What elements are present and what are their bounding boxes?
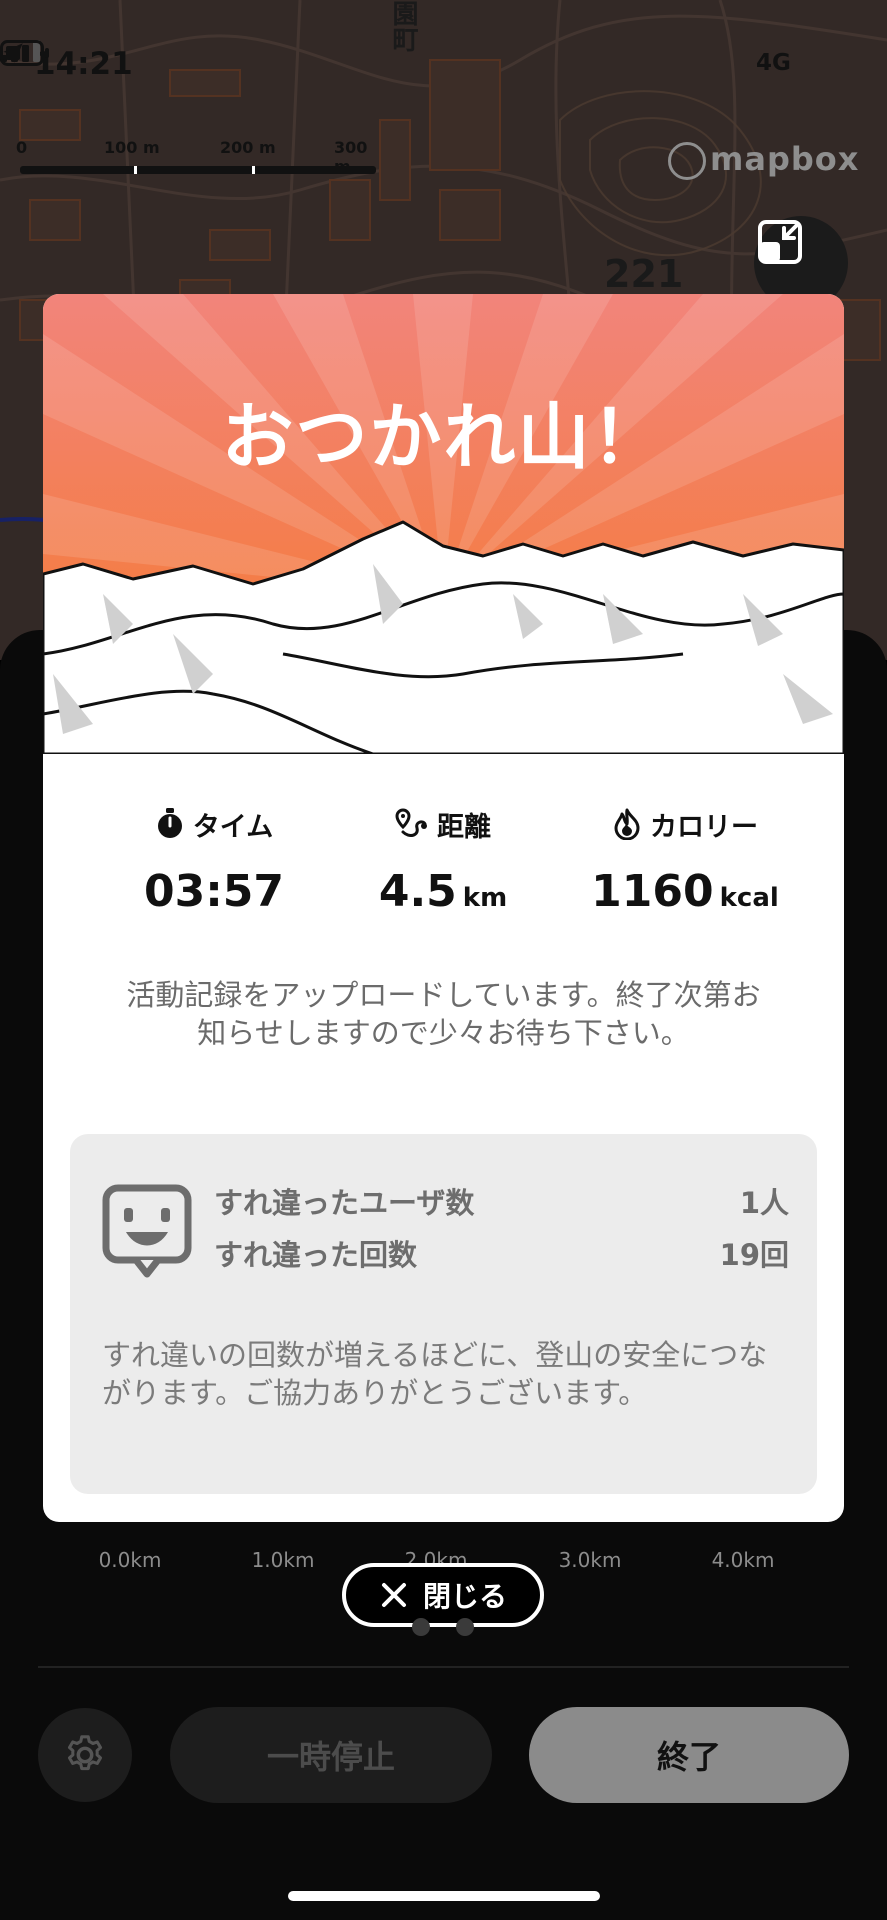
upload-status-message: 活動記録をアップロードしています。終了次第お知らせしますので少々お待ち下さい。	[126, 978, 761, 1050]
axis-tick-label: 0.0km	[98, 1548, 162, 1572]
summary-modal: おつかれ山！ タイム 03:57 距離 4.5 km カロリー 1160 kca…	[43, 294, 844, 1522]
stat-value: 1160	[591, 866, 714, 917]
stat-distance: 距離 4.5 km	[313, 804, 573, 917]
page-dot	[412, 1618, 430, 1636]
close-icon	[381, 1583, 406, 1607]
mapbox-label: mapbox	[710, 140, 860, 178]
stat-unit: kcal	[719, 883, 779, 913]
map-scale-bar: 0 100 m 200 m 300 m	[16, 138, 376, 178]
network-type: 4G	[756, 50, 791, 76]
battery-icon	[0, 40, 49, 66]
encounter-count-row: すれ違った回数 19回	[214, 1232, 789, 1272]
encounter-users-row: すれ違ったユーザ数 1人	[214, 1180, 789, 1220]
scale-tick	[252, 166, 255, 174]
status-bar: 14:21 4G	[0, 40, 887, 90]
stat-label: タイム	[192, 811, 274, 843]
settings-button[interactable]	[38, 1708, 132, 1802]
stopwatch-icon	[157, 808, 182, 838]
encounter-face-icon	[102, 1184, 192, 1278]
encounter-note: すれ違いの回数が増えるほどに、登山の安全につながります。ご協力ありがとうございま…	[102, 1338, 768, 1410]
stat-label: 距離	[437, 811, 491, 843]
stat-label: カロリー	[650, 811, 758, 843]
modal-title: おつかれ山！	[221, 395, 666, 479]
scale-label: 100 m	[104, 138, 160, 157]
axis-tick-label: 3.0km	[558, 1548, 622, 1572]
page-indicator	[412, 1618, 500, 1638]
scale-tick	[134, 166, 137, 174]
divider	[38, 1666, 849, 1668]
stat-time: タイム 03:57	[84, 804, 344, 917]
axis-tick-label: 1.0km	[251, 1548, 315, 1572]
finish-button[interactable]: 終了	[529, 1707, 849, 1803]
scale-label: 0	[16, 138, 28, 157]
axis-tick-label: 4.0km	[711, 1548, 775, 1572]
flame-icon	[614, 808, 640, 840]
encounter-count-label: すれ違った回数	[214, 1238, 418, 1272]
minimize-icon	[758, 220, 802, 264]
stat-value: 4.5	[378, 866, 457, 917]
mapbox-attribution[interactable]: mapbox	[668, 140, 859, 180]
stat-unit: km	[462, 883, 508, 913]
encounter-count-value: 19回	[719, 1238, 789, 1272]
stat-value: 03:57	[143, 866, 285, 917]
encounter-users-value: 1人	[739, 1186, 789, 1220]
mapbox-logo-icon	[668, 142, 706, 180]
mountain-hero-illustration	[43, 294, 844, 754]
gear-icon	[67, 1735, 103, 1771]
stat-calories: カロリー 1160 kcal	[555, 804, 815, 917]
encounter-users-label: すれ違ったユーザ数	[214, 1186, 475, 1220]
page-dot	[456, 1618, 474, 1636]
pause-button[interactable]: 一時停止	[170, 1707, 492, 1803]
home-indicator[interactable]	[288, 1891, 600, 1901]
route-icon	[395, 808, 427, 837]
map-elevation-label: 221	[604, 252, 684, 296]
encounter-summary: すれ違ったユーザ数 1人 すれ違った回数 19回 すれ違いの回数が増えるほどに、…	[70, 1134, 817, 1494]
close-label: 閉じる	[422, 1580, 507, 1613]
activity-stats: タイム 03:57 距離 4.5 km カロリー 1160 kcal	[43, 804, 844, 924]
scale-line	[20, 166, 376, 174]
scale-label: 200 m	[220, 138, 276, 157]
